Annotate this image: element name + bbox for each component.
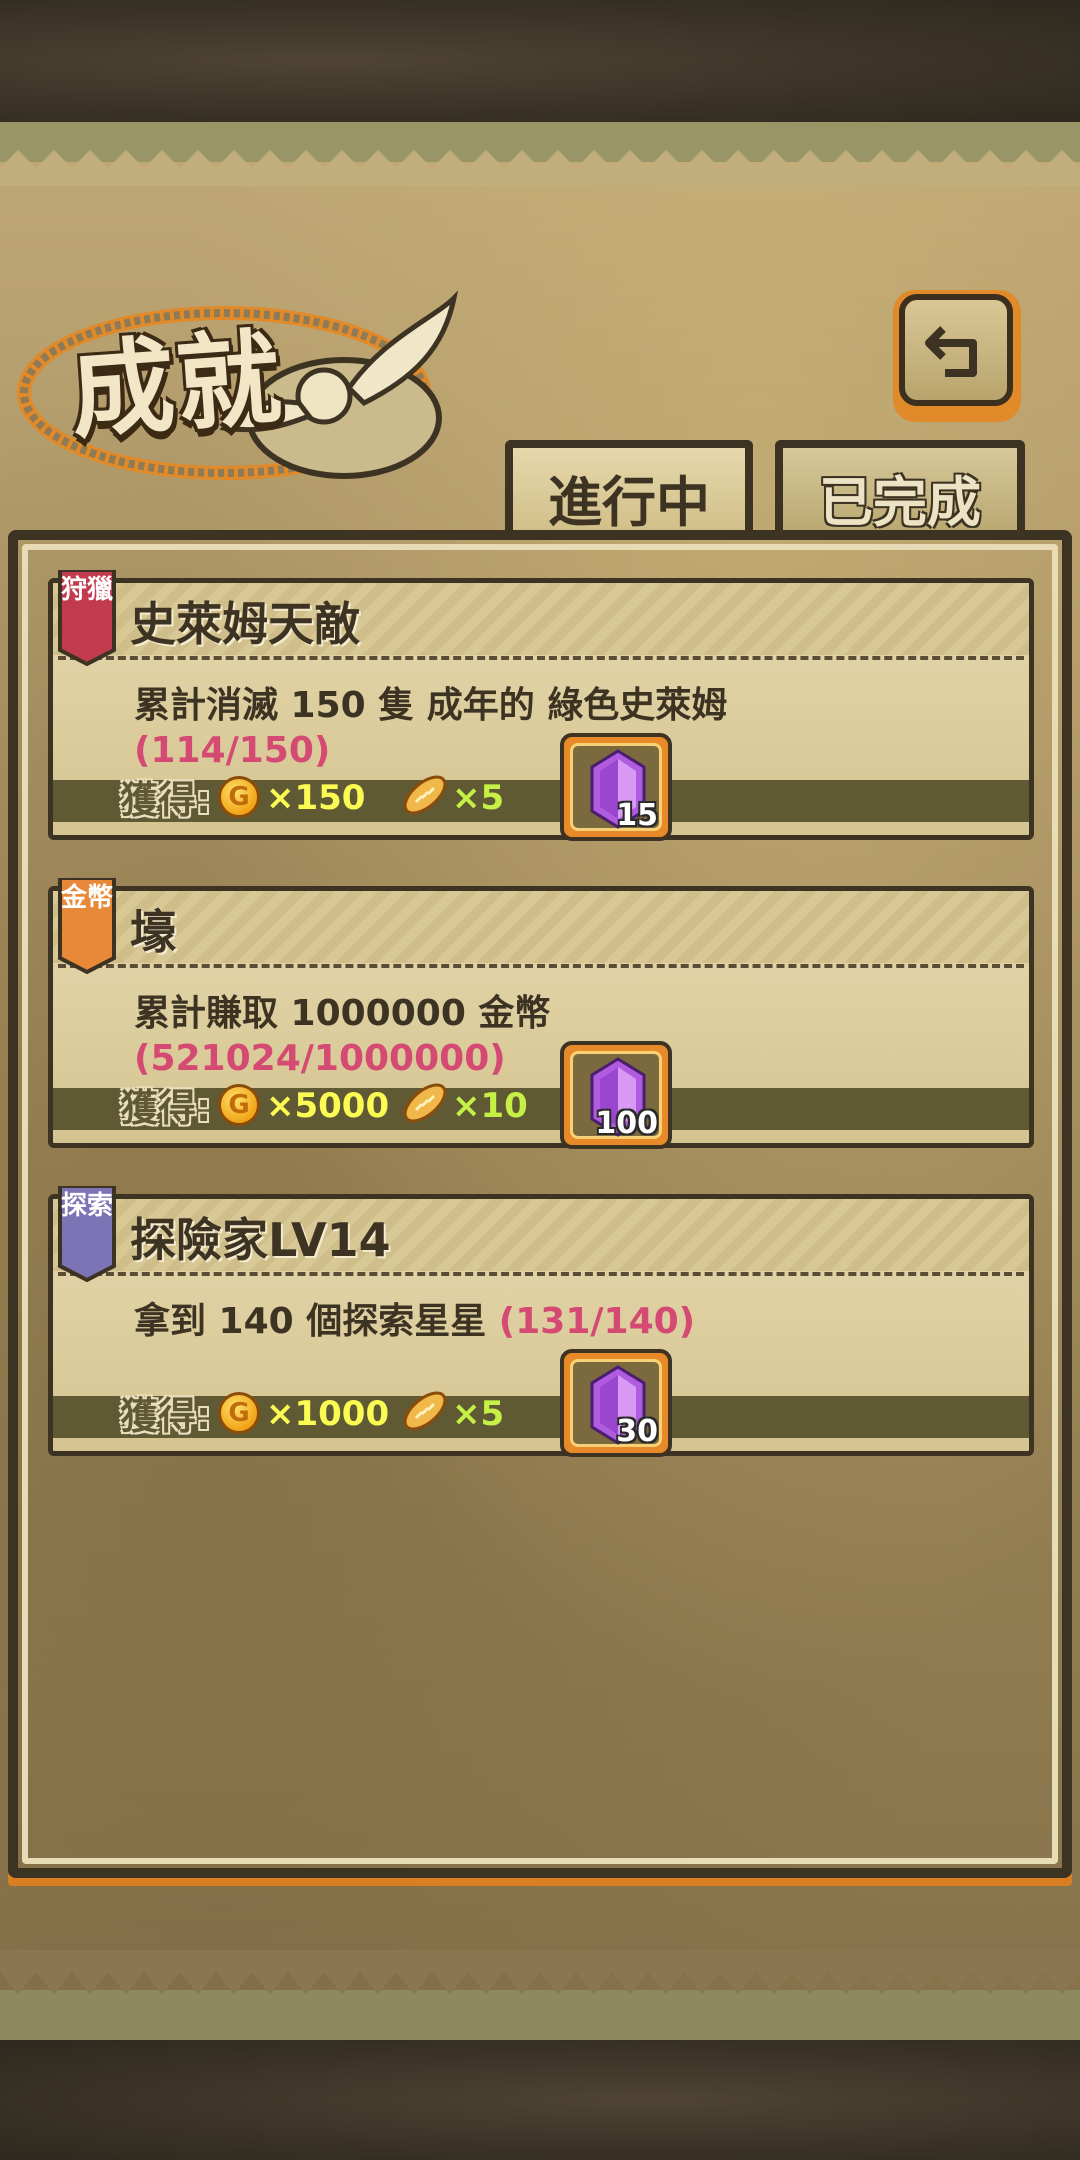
- bottom-zigzag-edge: [0, 1950, 1080, 1994]
- gem-reward: 15: [560, 733, 672, 841]
- bread-icon: [403, 1083, 447, 1123]
- category-badge: 金幣: [60, 883, 113, 913]
- reward-label: 獲得:: [120, 778, 212, 822]
- achievement-progress: (131/140): [498, 1301, 696, 1342]
- top-map-band: [0, 0, 1080, 122]
- achievement-card: 狩獵 史萊姆天敵 累計消滅 150 隻 成年的 綠色史萊姆 (114/150) …: [48, 570, 1034, 841]
- achievement-name: 史萊姆天敵: [130, 597, 360, 651]
- gem-reward-amount: 30: [616, 1414, 658, 1449]
- tab-completed[interactable]: 已完成: [775, 440, 1025, 534]
- gem-reward: 100: [560, 1041, 672, 1149]
- return-arrow-icon: [925, 326, 977, 377]
- tab-completed-label: 已完成: [819, 471, 981, 534]
- achievement-description: 累計賺取 1000000 金幣: [134, 993, 551, 1034]
- tab-in-progress-label: 進行中: [548, 471, 710, 534]
- achievement-description: 拿到 140 個探索星星: [134, 1301, 487, 1342]
- achievement-description: 累計消滅 150 隻 成年的 綠色史萊姆: [134, 685, 728, 726]
- reward-label: 獲得:: [120, 1394, 212, 1438]
- bread-reward-amount: ×5: [452, 778, 505, 818]
- bottom-olive-strip: [0, 1990, 1080, 2040]
- bread-icon: [403, 775, 447, 815]
- coin-reward-amount: ×5000: [266, 1086, 390, 1126]
- bread-icon: [403, 1391, 447, 1431]
- achievement-card: 探索 探險家LV14 拿到 140 個探索星星 (131/140) 獲得: G …: [48, 1186, 1034, 1457]
- achievement-progress: (521024/1000000): [134, 1038, 506, 1079]
- gold-coin-icon: G: [218, 776, 260, 818]
- gem-reward: 30: [560, 1349, 672, 1457]
- achievement-progress: (114/150): [134, 730, 331, 771]
- gem-reward-amount: 100: [595, 1106, 658, 1141]
- reward-label: 獲得:: [120, 1086, 212, 1130]
- achievement-description-row: 拿到 140 個探索星星 (131/140): [134, 1292, 695, 1344]
- page-title: 成就: [66, 316, 287, 454]
- bread-reward-amount: ×10: [452, 1086, 528, 1126]
- coin-reward-amount: ×1000: [266, 1394, 390, 1434]
- category-badge: 狩獵: [60, 575, 113, 605]
- achievement-card: 金幣 壕 累計賺取 1000000 金幣 (521024/1000000) 獲得…: [48, 878, 1034, 1149]
- achievement-name: 壕: [130, 905, 176, 959]
- back-button[interactable]: [893, 290, 1021, 422]
- top-zigzag-edge: [0, 150, 1080, 186]
- tab-in-progress[interactable]: 進行中: [505, 440, 753, 534]
- bottom-map-band: [0, 2040, 1080, 2160]
- achievement-name: 探險家LV14: [130, 1213, 391, 1267]
- gem-reward-amount: 15: [616, 798, 658, 833]
- bread-reward-amount: ×5: [452, 1394, 505, 1434]
- gold-coin-icon: G: [218, 1084, 260, 1126]
- coin-reward-amount: ×150: [266, 778, 366, 818]
- category-badge: 探索: [60, 1191, 113, 1221]
- gold-coin-icon: G: [218, 1392, 260, 1434]
